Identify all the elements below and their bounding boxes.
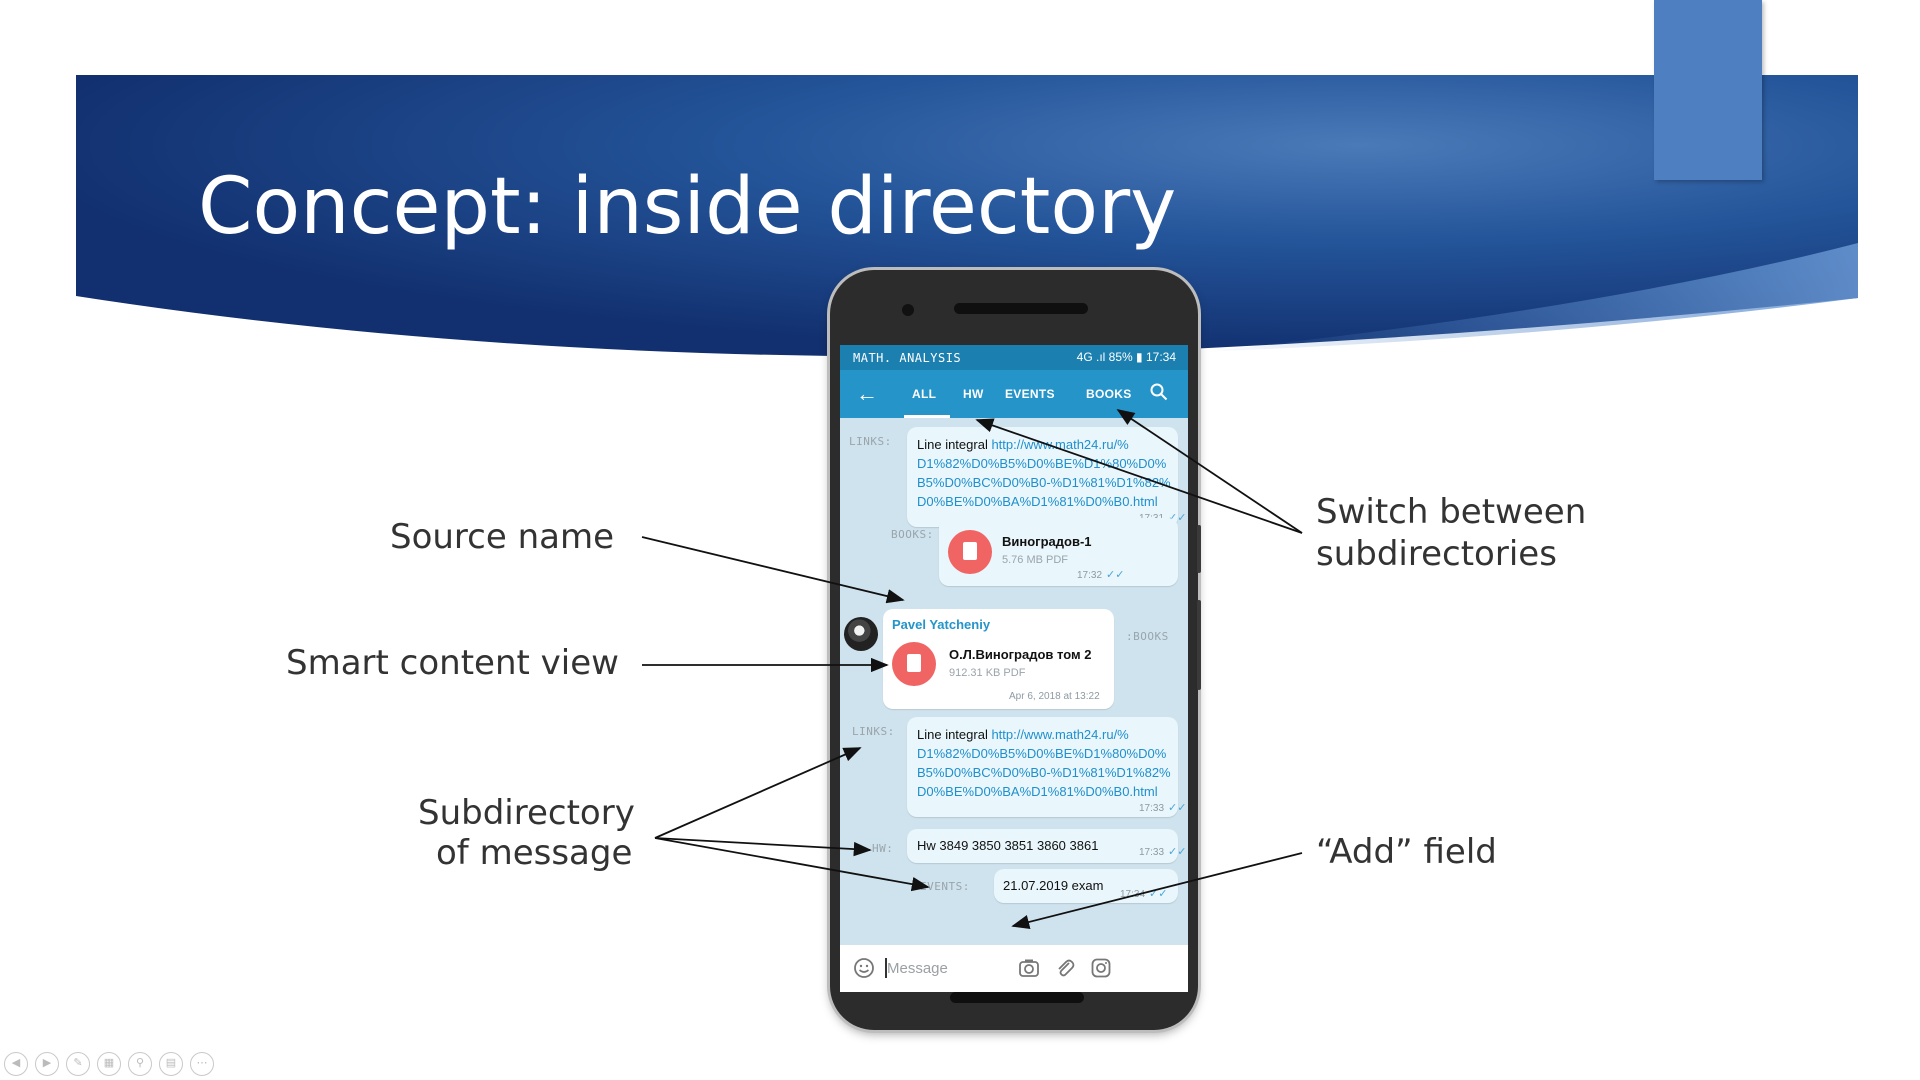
phone-speaker-top — [954, 303, 1088, 314]
link-url[interactable]: B5%D0%BC%D0%B0-%D1%81%D1%82% — [917, 475, 1171, 490]
message-time: 17:33 ✓✓ — [1139, 802, 1187, 814]
phone-mockup: MATH. ANALYSIS 4G .ıl 85% ▮ 17:34 ← ALL … — [830, 270, 1201, 1030]
message-bubble[interactable]: 21.07.2019 exam 17:34 ✓✓ — [994, 869, 1178, 903]
link-url[interactable]: D1%82%D0%B5%D0%BE%D1%80%D0% — [917, 746, 1166, 761]
phone-side-button — [1197, 525, 1201, 573]
annotation-switch-line1: Switch between — [1316, 492, 1587, 532]
avatar[interactable] — [844, 617, 878, 651]
message-bubble[interactable]: Hw 3849 3850 3851 3860 3861 17:33 ✓✓ — [907, 829, 1186, 863]
add-message-bar: Message — [840, 945, 1188, 992]
active-tab-indicator — [904, 415, 950, 418]
subdirectory-label: BOOKS: — [891, 528, 934, 541]
file-name: О.Л.Виноградов том 2 — [949, 647, 1092, 662]
link-url[interactable]: B5%D0%BC%D0%B0-%D1%81%D1%82% — [917, 765, 1171, 780]
annotation-add-field: “Add” field — [1316, 832, 1497, 872]
phone-side-button — [1197, 600, 1201, 690]
annotation-switch-line2: subdirectories — [1316, 534, 1557, 574]
link-url[interactable]: D0%BE%D0%BA%D1%81%D0%B0.html — [917, 494, 1158, 509]
link-title: Line integral — [917, 727, 988, 742]
search-icon[interactable] — [1150, 383, 1168, 401]
message-time: 17:32 ✓✓ — [1077, 569, 1125, 581]
double-check-icon: ✓✓ — [1168, 846, 1187, 858]
instagram-icon[interactable] — [1090, 957, 1112, 979]
subdirectory-label: :BOOKS — [1126, 630, 1169, 643]
back-arrow-icon[interactable]: ← — [856, 381, 878, 407]
source-name[interactable]: Pavel Yatcheniy — [892, 617, 990, 632]
slides-grid-icon[interactable]: ▦ — [97, 1052, 121, 1076]
subdirectory-label: HW: — [872, 842, 894, 855]
annotation-subdirectory-line2: of message — [436, 833, 633, 873]
more-options-icon[interactable]: ⋯ — [190, 1052, 214, 1076]
system-status: 4G .ıl 85% ▮ 17:34 — [1076, 350, 1176, 364]
phone-screen: MATH. ANALYSIS 4G .ıl 85% ▮ 17:34 ← ALL … — [840, 345, 1188, 992]
status-bar: MATH. ANALYSIS 4G .ıl 85% ▮ 17:34 — [840, 345, 1188, 370]
phone-camera — [902, 304, 914, 316]
message-text: Line integral http://www.math24.ru/% D1%… — [917, 725, 1175, 801]
link-url[interactable]: D1%82%D0%B5%D0%BE%D1%80%D0% — [917, 456, 1166, 471]
accent-rectangle — [1654, 0, 1762, 180]
subdirectory-label: EVENTS: — [920, 880, 970, 893]
phone-speaker-bottom — [950, 992, 1084, 1003]
channel-name: MATH. ANALYSIS — [853, 351, 962, 365]
link-title: Line integral — [917, 437, 988, 452]
previous-slide-icon[interactable]: ◀ — [4, 1052, 28, 1076]
message-time: 17:33 ✓✓ — [1139, 846, 1187, 858]
link-url[interactable]: http://www.math24.ru/% — [991, 437, 1128, 452]
sticker-icon[interactable] — [853, 957, 875, 979]
link-url[interactable]: D0%BE%D0%BA%D1%81%D0%B0.html — [917, 784, 1158, 799]
double-check-icon: ✓✓ — [1168, 802, 1187, 814]
message-bubble[interactable]: Line integral http://www.math24.ru/% D1%… — [907, 427, 1186, 527]
pdf-file-icon[interactable] — [948, 530, 992, 574]
message-input[interactable]: Message — [887, 960, 948, 977]
double-check-icon: ✓✓ — [1149, 888, 1168, 900]
forwarded-message-bubble[interactable]: Pavel Yatcheniy О.Л.Виноградов том 2 912… — [883, 609, 1114, 709]
next-slide-icon[interactable]: ▶ — [35, 1052, 59, 1076]
tab-events[interactable]: EVENTS — [1005, 387, 1055, 401]
tab-bar: ← ALL HW EVENTS BOOKS — [840, 370, 1188, 418]
message-text: Line integral http://www.math24.ru/% D1%… — [917, 435, 1175, 511]
message-bubble[interactable]: Line integral http://www.math24.ru/% D1%… — [907, 717, 1186, 817]
file-meta: 5.76 MB PDF — [1002, 554, 1069, 566]
link-url[interactable]: http://www.math24.ru/% — [991, 727, 1128, 742]
annotation-smart-content: Smart content view — [286, 643, 619, 683]
annotation-source-name: Source name — [390, 517, 615, 557]
subdirectory-label: LINKS: — [852, 725, 895, 738]
file-message-bubble[interactable]: Виноградов-1 5.76 MB PDF 17:32 ✓✓ — [939, 518, 1178, 586]
tab-hw[interactable]: HW — [963, 387, 984, 401]
message-time: 17:34 ✓✓ — [1120, 888, 1168, 900]
pdf-file-icon[interactable] — [892, 642, 936, 686]
pen-icon[interactable]: ✎ — [66, 1052, 90, 1076]
tab-all[interactable]: ALL — [912, 387, 936, 401]
annotation-subdirectory-line1: Subdirectory — [418, 793, 635, 833]
message-time: Apr 6, 2018 at 13:22 — [1009, 691, 1100, 702]
slideshow-controls: ◀ ▶ ✎ ▦ ⚲ ▤ ⋯ — [4, 1052, 214, 1078]
slide: Concept: inside directory MATH. ANALYSIS… — [0, 0, 1920, 1080]
file-meta: 912.31 KB PDF — [949, 667, 1026, 679]
subdirectory-label: LINKS: — [849, 435, 892, 448]
zoom-icon[interactable]: ⚲ — [128, 1052, 152, 1076]
subtitles-icon[interactable]: ▤ — [159, 1052, 183, 1076]
attach-icon[interactable] — [1054, 957, 1076, 979]
message-text: Hw 3849 3850 3851 3860 3861 — [917, 838, 1099, 853]
slide-title: Concept: inside directory — [198, 162, 1177, 252]
message-text: 21.07.2019 exam — [1003, 878, 1104, 893]
file-name: Виноградов-1 — [1002, 534, 1092, 549]
camera-icon[interactable] — [1018, 957, 1040, 979]
tab-books[interactable]: BOOKS — [1086, 387, 1132, 401]
double-check-icon: ✓✓ — [1106, 569, 1125, 581]
